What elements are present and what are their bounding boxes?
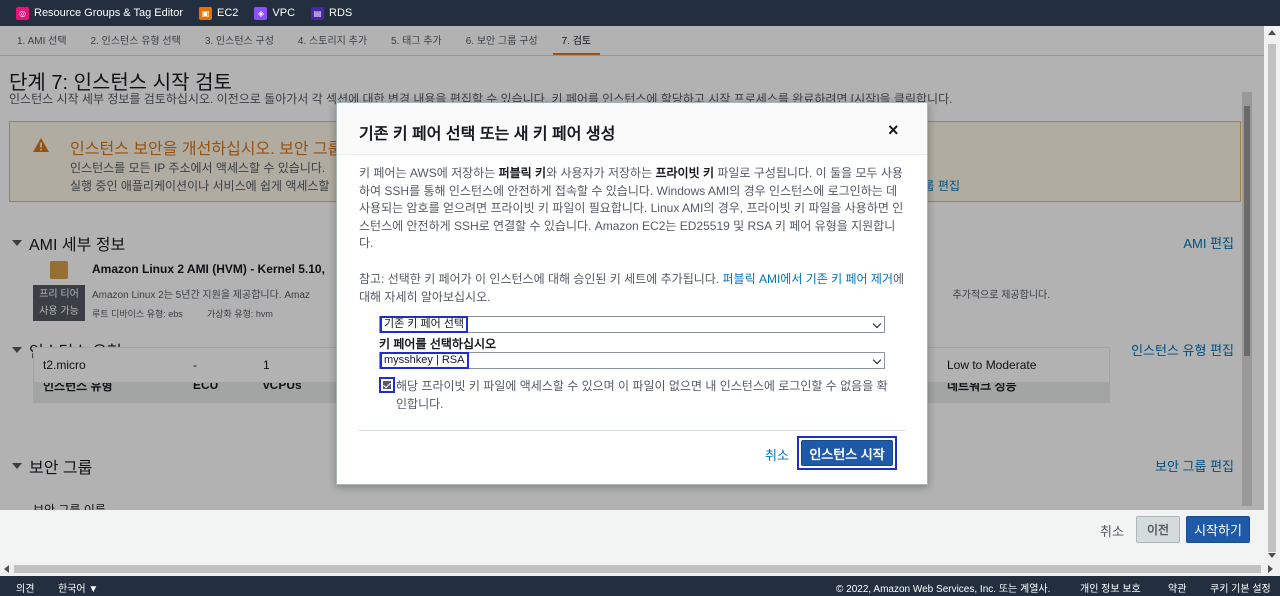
launch-button[interactable]: 시작하기 (1186, 516, 1250, 543)
scroll-thumb[interactable] (1268, 44, 1276, 552)
previous-button[interactable]: 이전 (1136, 516, 1180, 543)
bookmarks-bar: ◎ Resource Groups & Tag Editor ▣ EC2 ◈ V… (0, 0, 1280, 26)
bookmark-rds[interactable]: ▤ RDS (311, 6, 353, 20)
bookmark-vpc[interactable]: ◈ VPC (254, 6, 296, 20)
console-footer: 의견 한국어 ▼ © 2022, Amazon Web Services, In… (0, 576, 1280, 596)
language-selector[interactable]: 한국어 ▼ (58, 580, 98, 595)
cancel-button[interactable]: 취소 (1100, 521, 1124, 540)
page-vertical-scrollbar[interactable] (1264, 26, 1280, 562)
dialog-cancel-button[interactable]: 취소 (765, 445, 789, 464)
launch-focus-ring: 인스턴스 시작 (797, 436, 897, 470)
checkmark-icon (383, 381, 391, 389)
selected-value: mysshkey | RSA (380, 352, 469, 369)
scroll-up-icon[interactable] (1268, 30, 1276, 35)
dialog-title: 기존 키 페어 선택 또는 새 키 페어 생성 (359, 126, 616, 143)
key-pair-select[interactable]: mysshkey | RSA (379, 352, 885, 369)
privacy-link[interactable]: 개인 정보 보호 (1080, 580, 1141, 595)
acknowledge-checkbox[interactable] (379, 377, 395, 393)
public-key-term: 퍼블릭 키 (498, 166, 547, 180)
cookie-preferences-link[interactable]: 쿠키 기본 설정 (1210, 580, 1271, 595)
selected-value: 기존 키 페어 선택 (380, 316, 469, 333)
bookmark-label: VPC (272, 7, 296, 19)
rds-icon: ▤ (311, 6, 325, 20)
dialog-header: 기존 키 페어 선택 또는 새 키 페어 생성 × (337, 103, 927, 155)
key-pair-mode-select[interactable]: 기존 키 페어 선택 (379, 316, 885, 333)
wizard-actions: 취소 이전 시작하기 (0, 510, 1264, 562)
acknowledge-text: 해당 프라이빗 키 파일에 액세스할 수 있으며 이 파일이 없으면 내 인스턴… (396, 379, 888, 411)
chevron-down-icon (872, 319, 882, 329)
text: 와 사용자가 저장하는 (546, 166, 656, 180)
page-horizontal-scrollbar[interactable] (0, 562, 1280, 576)
ec2-icon: ▣ (198, 6, 212, 20)
bookmark-label: EC2 (216, 7, 239, 19)
bookmark-resource-groups[interactable]: ◎ Resource Groups & Tag Editor (16, 6, 183, 20)
divider (359, 430, 905, 431)
key-pair-label: 키 페어를 선택하십시오 (379, 337, 497, 351)
launch-instances-button[interactable]: 인스턴스 시작 (801, 440, 893, 466)
scroll-down-icon[interactable] (1268, 553, 1276, 558)
key-pair-description: 키 페어는 AWS에 저장하는 퍼블릭 키와 사용자가 저장하는 프라이빗 키 … (359, 165, 909, 253)
close-icon[interactable]: × (888, 121, 899, 139)
scroll-left-icon[interactable] (4, 565, 9, 573)
vpc-icon: ◈ (254, 6, 268, 20)
text: 참고: 선택한 키 페어가 이 인스턴스에 대해 승인된 키 세트에 추가됩니다… (359, 272, 723, 286)
scroll-thumb[interactable] (14, 565, 1261, 573)
scroll-right-icon[interactable] (1268, 565, 1273, 573)
text: 키 페어는 AWS에 저장하는 (359, 166, 499, 180)
terms-link[interactable]: 약관 (1168, 580, 1186, 595)
bookmark-label: RDS (329, 7, 353, 19)
resource-groups-icon: ◎ (16, 6, 29, 20)
key-pair-note: 참고: 선택한 키 페어가 이 인스턴스에 대해 승인된 키 세트에 추가됩니다… (359, 271, 909, 306)
copyright-text: © 2022, Amazon Web Services, Inc. 또는 계열사… (836, 584, 1051, 595)
bookmark-ec2[interactable]: ▣ EC2 (198, 6, 239, 20)
private-key-term: 프라이빗 키 (655, 166, 715, 180)
bookmark-label: Resource Groups & Tag Editor (34, 7, 183, 19)
feedback-link[interactable]: 의견 (16, 580, 34, 595)
chevron-down-icon (872, 355, 882, 365)
remove-key-pair-link[interactable]: 퍼블릭 AMI에서 기존 키 페어 제거 (723, 272, 894, 286)
key-pair-dialog: 기존 키 페어 선택 또는 새 키 페어 생성 × 키 페어는 AWS에 저장하… (336, 102, 928, 485)
